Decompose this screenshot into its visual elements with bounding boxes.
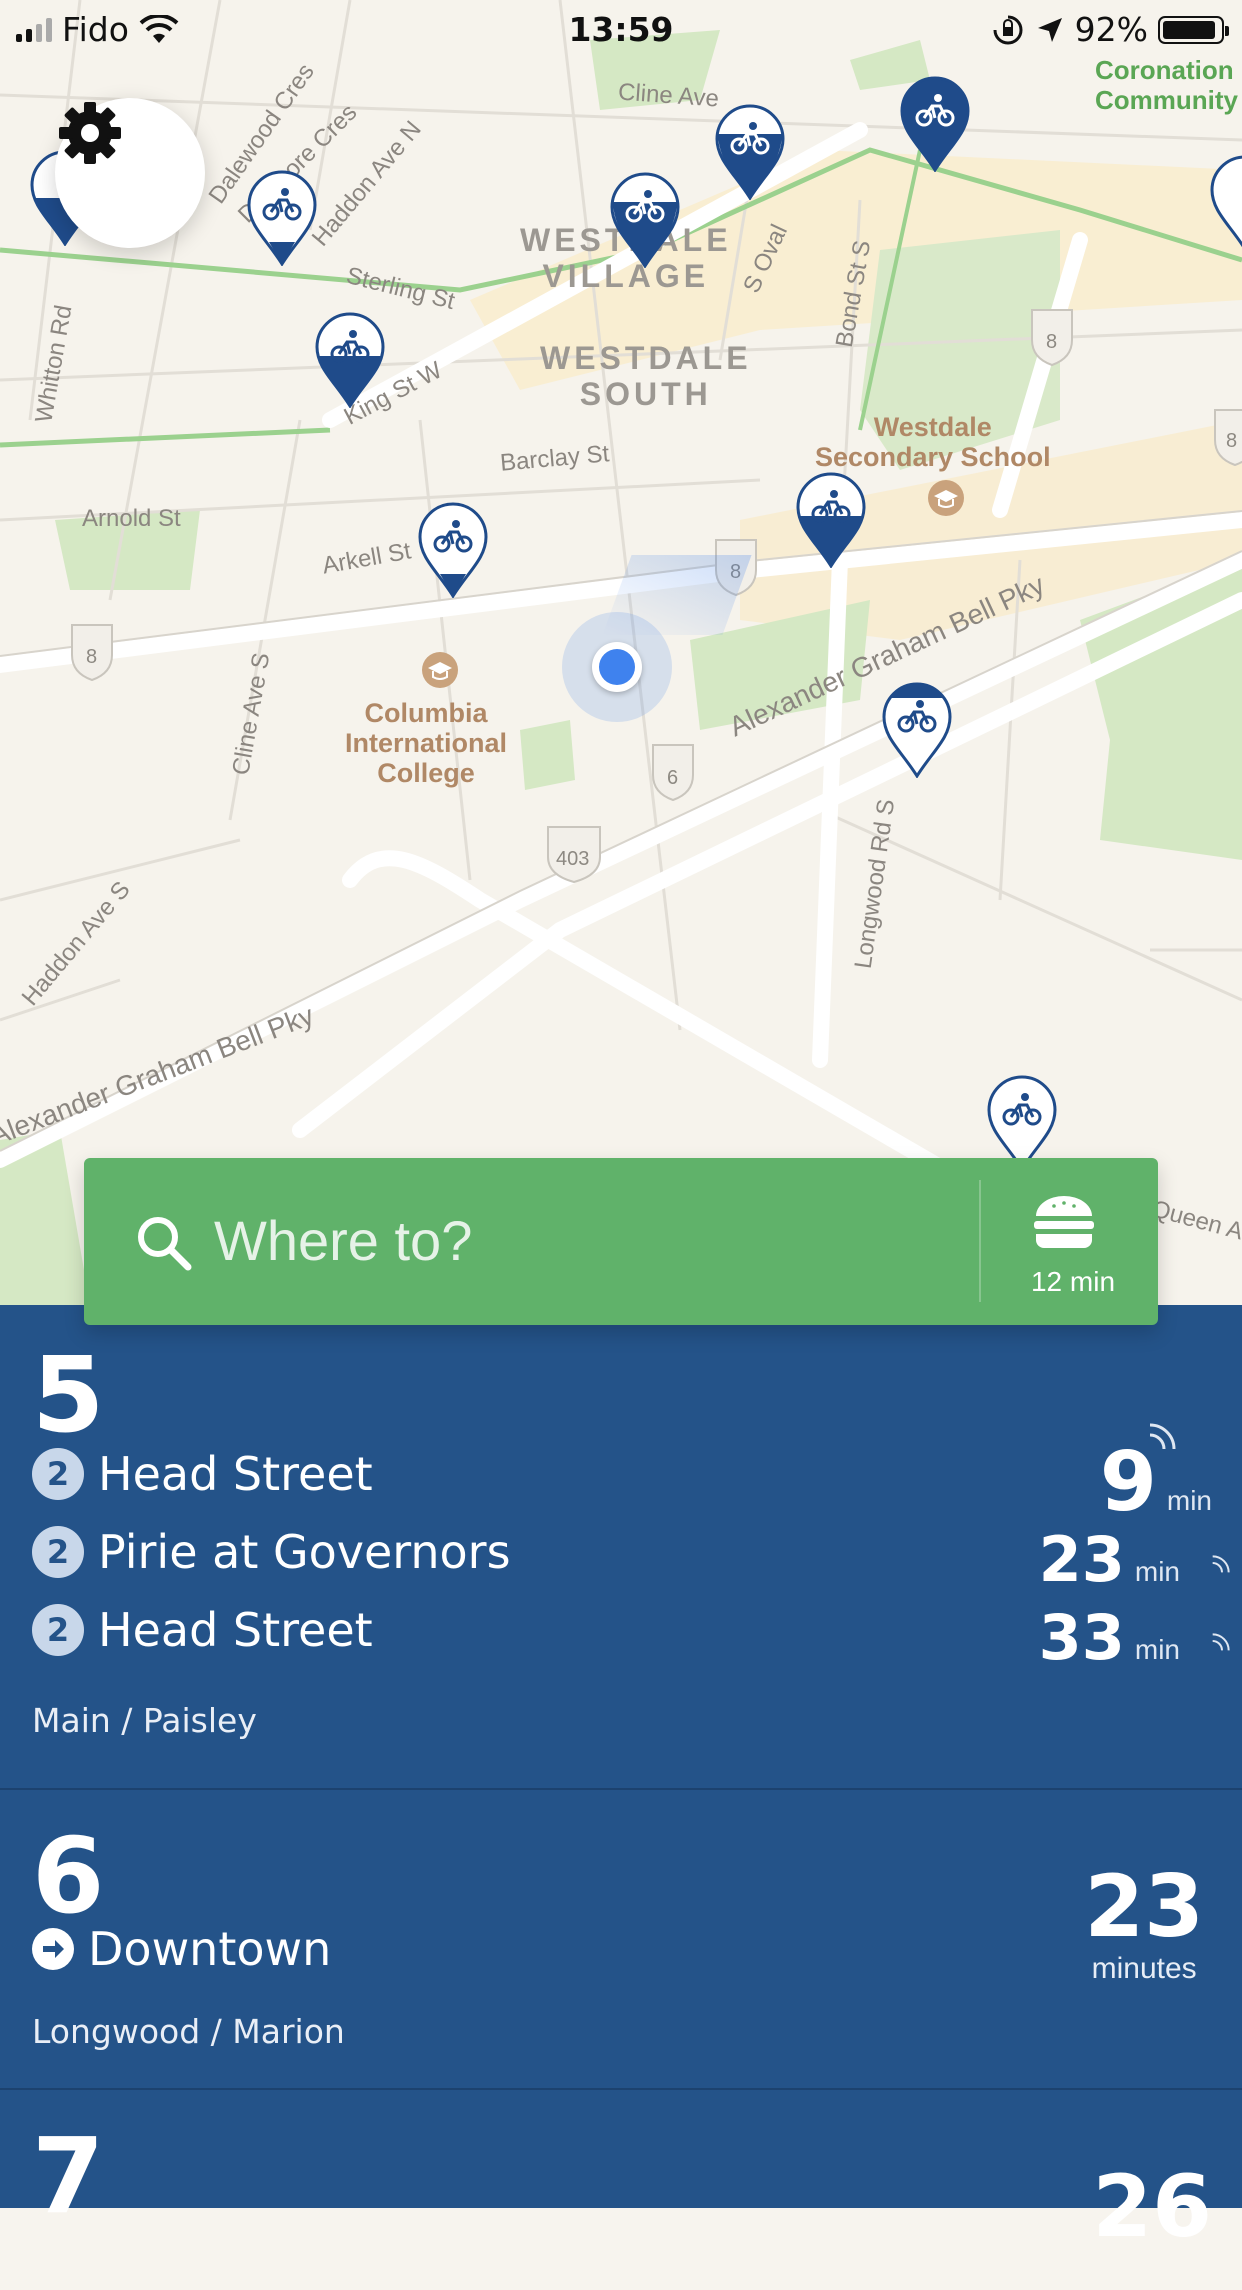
realtime-icon [1149, 1423, 1176, 1450]
stop-name: Main / Paisley [32, 1701, 257, 1740]
arrival-minutes: 33 [1038, 1601, 1125, 1674]
school-icon [928, 480, 964, 516]
arrival-unit: min [1134, 1556, 1180, 1587]
bike-station-pin[interactable] [247, 170, 317, 266]
arrival-minutes: 23 [1038, 1523, 1125, 1596]
poi-label: Westdale Secondary School [815, 412, 1051, 472]
search-icon [138, 1217, 192, 1271]
trip-row[interactable]: 2 Pirie at Governors [32, 1525, 511, 1579]
realtime-icon [1212, 1633, 1230, 1651]
poi-label: Columbia International College [345, 698, 508, 788]
bike-station-pin[interactable] [900, 76, 970, 172]
battery-percent: 92% [1074, 10, 1148, 49]
school-icon [422, 652, 458, 688]
food-eta[interactable]: 12 min [994, 1266, 1152, 1298]
search-placeholder[interactable]: Where to? [214, 1208, 472, 1273]
arrival-unit: min [1134, 1634, 1180, 1665]
route-card[interactable]: 5 2 Head Street 9 min 2 Pirie at Governo… [0, 1305, 1242, 1790]
bike-station-pin[interactable] [418, 502, 488, 598]
bike-station-pin[interactable] [987, 1075, 1057, 1171]
trip-destination: Head Street [98, 1603, 373, 1657]
bike-station-pin[interactable] [715, 104, 785, 200]
highway-shield: 8 [1046, 331, 1058, 353]
orientation-lock-icon [993, 15, 1023, 44]
trip-time: 26 [1092, 2162, 1212, 2252]
status-bar: Fido 13:59 92% [0, 0, 1242, 62]
realtime-icon [1212, 1555, 1230, 1573]
routes-panel[interactable]: 5 2 Head Street 9 min 2 Pirie at Governo… [0, 1305, 1242, 2252]
stop-name: Longwood / Marion [32, 2012, 345, 2051]
direction-badge: 2 [32, 1526, 84, 1578]
map-view[interactable]: 8 8 8 6 403 8 Cline Ave Sterling St King… [0, 0, 1242, 1305]
burger-icon[interactable] [1032, 1194, 1096, 1250]
highway-shield: 403 [556, 848, 590, 870]
highway-shield: 8 [1226, 430, 1238, 452]
arrival-unit: min [1166, 1485, 1212, 1516]
bike-station-pin[interactable] [1210, 155, 1242, 251]
route-card[interactable]: 7 26 [0, 2090, 1242, 2290]
trip-destination: Head Street [98, 1447, 373, 1501]
street-label: Arnold St [82, 505, 181, 532]
divider [979, 1180, 981, 1302]
trip-time: 23 minutes [1084, 1862, 1204, 1986]
highway-shield: 6 [667, 767, 679, 789]
route-number: 5 [32, 1334, 105, 1456]
trip-row[interactable]: 2 Head Street [32, 1603, 373, 1657]
arrival-minutes: 26 [1092, 2157, 1212, 2257]
arrival-minutes: 23 [1084, 1857, 1204, 1957]
trip-row[interactable]: 2 Head Street [32, 1447, 373, 1501]
arrow-right-icon [32, 1928, 74, 1970]
trip-time: 33 min [1039, 1601, 1180, 1674]
current-location-marker [562, 612, 672, 722]
bike-station-pin[interactable] [882, 682, 952, 778]
route-number: 7 [32, 2115, 105, 2237]
bike-station-pin[interactable] [610, 172, 680, 268]
arrival-unit: minutes [1091, 1952, 1197, 1985]
community-label: Coronation Community [1095, 55, 1238, 115]
gear-icon [59, 102, 121, 164]
direction-badge: 2 [32, 1448, 84, 1500]
trip-destination: Pirie at Governors [98, 1525, 511, 1579]
highway-shield: 8 [86, 646, 98, 668]
trip-row[interactable]: Downtown [32, 1922, 331, 1976]
trip-time: 23 min [1039, 1523, 1180, 1596]
route-number: 6 [32, 1815, 105, 1937]
trip-destination: Downtown [88, 1922, 332, 1976]
settings-button[interactable] [55, 98, 205, 248]
area-label: WESTDALE SOUTH [540, 340, 752, 412]
route-card[interactable]: 6 Downtown Longwood / Marion 23 minutes [0, 1790, 1242, 2090]
direction-badge: 2 [32, 1604, 84, 1656]
location-arrow-icon [1037, 17, 1062, 42]
battery-icon [1158, 15, 1229, 44]
search-bar[interactable]: Where to? 12 min [84, 1158, 1158, 1325]
bike-station-pin[interactable] [315, 312, 385, 408]
bike-station-pin[interactable] [796, 472, 866, 568]
